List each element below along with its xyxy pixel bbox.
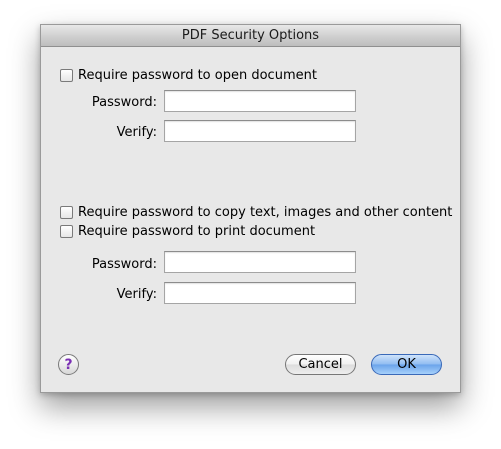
permissions-verify-label: Verify: xyxy=(116,287,157,302)
permissions-password-label: Password: xyxy=(91,257,157,272)
pdf-security-dialog: PDF Security Options Require password to… xyxy=(40,24,461,393)
ok-button[interactable]: OK xyxy=(371,354,442,375)
print-password-row[interactable]: Require password to print document xyxy=(60,224,315,239)
permissions-password-field[interactable] xyxy=(164,251,356,273)
cancel-button[interactable]: Cancel xyxy=(285,354,356,375)
open-password-label: Password: xyxy=(91,95,157,110)
dialog-title: PDF Security Options xyxy=(41,25,460,47)
copy-password-row[interactable]: Require password to copy text, images an… xyxy=(60,205,452,220)
help-button[interactable]: ? xyxy=(58,354,79,375)
open-verify-label: Verify: xyxy=(116,125,157,140)
open-password-row[interactable]: Require password to open document xyxy=(60,68,317,83)
require-open-password-label: Require password to open document xyxy=(78,68,317,83)
question-mark-icon: ? xyxy=(64,356,73,373)
require-open-password-checkbox[interactable] xyxy=(60,69,73,82)
open-password-field[interactable] xyxy=(164,90,356,112)
require-copy-password-label: Require password to copy text, images an… xyxy=(78,205,453,220)
open-verify-field[interactable] xyxy=(164,120,356,142)
require-copy-password-checkbox[interactable] xyxy=(60,206,73,219)
require-print-password-checkbox[interactable] xyxy=(60,225,73,238)
permissions-verify-field[interactable] xyxy=(164,282,356,304)
require-print-password-label: Require password to print document xyxy=(78,224,316,239)
screen: PDF Security Options Require password to… xyxy=(0,0,501,449)
